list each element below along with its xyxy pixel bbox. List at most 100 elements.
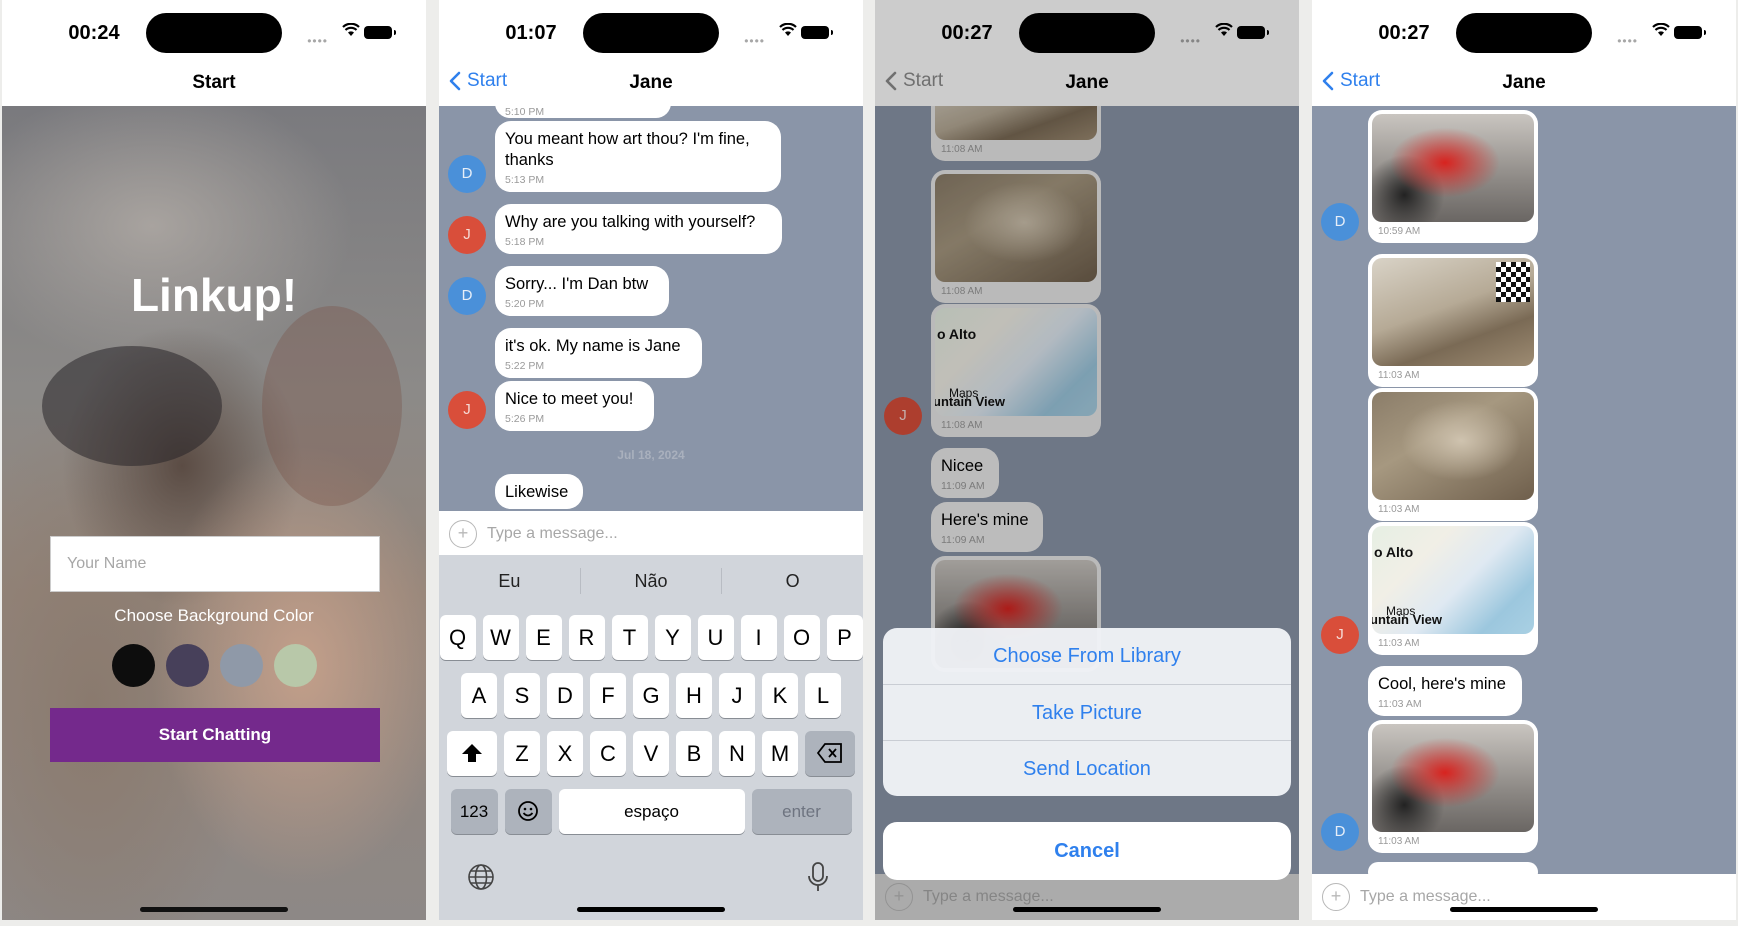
backspace-key[interactable] — [805, 731, 855, 776]
key-row-3: ZXCVBNM — [439, 731, 863, 776]
backspace-icon — [816, 743, 842, 763]
key-d[interactable]: D — [547, 673, 583, 718]
key-b[interactable]: B — [676, 731, 712, 776]
globe-icon[interactable] — [467, 863, 495, 891]
microphone-icon[interactable] — [807, 861, 829, 893]
emoji-key[interactable] — [504, 789, 552, 834]
key-n[interactable]: N — [719, 731, 755, 776]
key-z[interactable]: Z — [504, 731, 540, 776]
name-input[interactable] — [50, 536, 380, 592]
key-j[interactable]: J — [719, 673, 755, 718]
message-time: 11:03 AM — [1378, 698, 1422, 710]
key-f[interactable]: F — [590, 673, 626, 718]
image-message[interactable]: 11:03 AM — [1368, 254, 1538, 387]
dynamic-island — [1456, 13, 1592, 53]
keyboard: Eu Não O QWERTYUIOP ASDFGHJKL ZXCVBNM 12… — [439, 555, 863, 920]
avatar: J — [448, 216, 486, 254]
suggestion[interactable]: Não — [581, 571, 722, 592]
key-v[interactable]: V — [633, 731, 669, 776]
key-m[interactable]: M — [762, 731, 798, 776]
key-row-1: QWERTYUIOP — [439, 615, 863, 660]
key-g[interactable]: G — [633, 673, 669, 718]
key-u[interactable]: U — [697, 615, 734, 660]
cancel-button[interactable]: Cancel — [883, 822, 1291, 880]
key-i[interactable]: I — [740, 615, 777, 660]
map-preview: o Alto untain View Maps — [1372, 526, 1534, 634]
composer: + — [1312, 874, 1736, 920]
enter-key[interactable]: enter — [751, 789, 852, 834]
emoji-icon — [518, 801, 538, 821]
message-bubble: Sorry... I'm Dan btw 5:20 PM — [495, 266, 669, 316]
message-bubble: Nice to meet you! 5:26 PM — [495, 381, 654, 431]
home-indicator — [1450, 907, 1598, 912]
suggestion[interactable]: Eu — [439, 571, 580, 592]
signal-icon: •••• — [307, 34, 328, 48]
image-message[interactable] — [1368, 862, 1538, 874]
message-list[interactable]: 5:10 PM D You meant how art thou? I'm fi… — [439, 106, 863, 511]
plus-icon[interactable]: + — [449, 520, 477, 548]
status-bar: 00:24 •••• — [2, 0, 426, 62]
key-y[interactable]: Y — [654, 615, 691, 660]
key-t[interactable]: T — [611, 615, 648, 660]
message-bubble: Cool, here's mine 11:03 AM — [1368, 666, 1522, 716]
shift-key[interactable] — [447, 731, 497, 776]
photo-motorcycle — [1372, 724, 1534, 832]
color-swatches — [112, 644, 317, 687]
message-text: Why are you talking with yourself? — [505, 213, 756, 231]
key-w[interactable]: W — [482, 615, 519, 660]
key-q[interactable]: Q — [439, 615, 476, 660]
maps-logo: Maps — [1386, 604, 1416, 618]
nav-title: Jane — [629, 72, 673, 93]
key-l[interactable]: L — [805, 673, 841, 718]
color-label: Choose Background Color — [114, 606, 314, 625]
swatch-green[interactable] — [274, 644, 317, 687]
map-message[interactable]: o Alto untain View Maps 11:03 AM — [1368, 522, 1538, 655]
image-message[interactable]: 11:03 AM — [1368, 388, 1538, 521]
shift-icon — [462, 744, 482, 762]
key-e[interactable]: E — [525, 615, 562, 660]
key-o[interactable]: O — [783, 615, 820, 660]
key-a[interactable]: A — [461, 673, 497, 718]
message-time: 11:03 AM — [1378, 836, 1420, 847]
avatar: D — [1321, 813, 1359, 851]
message-time: 10:59 AM — [1378, 226, 1421, 237]
message-bubble: Why are you talking with yourself? 5:18 … — [495, 204, 782, 254]
status-bar: 01:07 •••• — [439, 0, 863, 62]
send-location-button[interactable]: Send Location — [883, 740, 1291, 796]
image-message[interactable]: 10:59 AM — [1368, 110, 1538, 243]
status-bar: 00:27 •••• — [1312, 0, 1736, 62]
key-r[interactable]: R — [568, 615, 605, 660]
map-city-label: o Alto — [1374, 544, 1414, 560]
swatch-gray[interactable] — [220, 644, 263, 687]
wifi-icon — [342, 23, 360, 36]
swatch-purple[interactable] — [166, 644, 209, 687]
take-picture-button[interactable]: Take Picture — [883, 684, 1291, 740]
dynamic-island — [146, 13, 282, 53]
key-c[interactable]: C — [590, 731, 626, 776]
key-h[interactable]: H — [676, 673, 712, 718]
choose-from-library-button[interactable]: Choose From Library — [883, 628, 1291, 684]
battery-icon — [364, 26, 396, 39]
nav-bar: Start Jane — [1312, 62, 1736, 106]
start-chatting-button[interactable]: Start Chatting — [50, 708, 380, 762]
message-input[interactable] — [487, 517, 827, 551]
key-s[interactable]: S — [504, 673, 540, 718]
status-time: 01:07 — [505, 22, 557, 44]
message-time: 5:10 PM — [505, 106, 545, 118]
message-time: 11:03 AM — [1378, 504, 1420, 515]
space-key[interactable]: espaço — [558, 789, 745, 834]
key-row-2: ASDFGHJKL — [439, 673, 863, 718]
key-123[interactable]: 123 — [450, 789, 498, 834]
plus-icon[interactable]: + — [1322, 883, 1350, 911]
home-indicator — [140, 907, 288, 912]
message-list[interactable]: 10:59 AM D 11:03 AM 11:03 AM o Alto unta… — [1312, 106, 1736, 874]
suggestion-bar: Eu Não O — [439, 555, 863, 607]
key-row-4: 123 espaço enter — [439, 789, 863, 834]
suggestion[interactable]: O — [722, 571, 863, 592]
key-x[interactable]: X — [547, 731, 583, 776]
swatch-black[interactable] — [112, 644, 155, 687]
key-k[interactable]: K — [762, 673, 798, 718]
image-message[interactable]: 11:03 AM — [1368, 720, 1538, 853]
key-p[interactable]: P — [826, 615, 863, 660]
app-title: Linkup! — [130, 269, 298, 321]
